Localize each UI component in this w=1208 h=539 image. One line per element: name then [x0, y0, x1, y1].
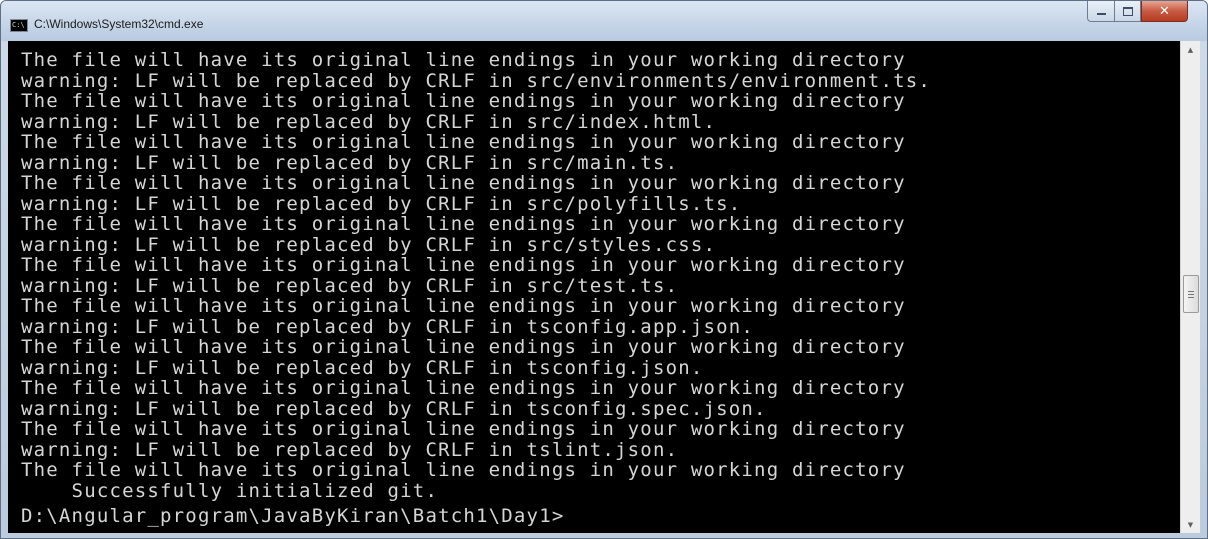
- console-line: The file will have its original line end…: [21, 213, 906, 235]
- console-line: The file will have its original line end…: [21, 49, 906, 71]
- minimize-icon: [1096, 13, 1106, 15]
- console-line: warning: LF will be replaced by CRLF in …: [21, 274, 679, 297]
- scrollbar-thumb[interactable]: [1183, 275, 1199, 313]
- console-line: warning: LF will be replaced by CRLF in …: [21, 315, 755, 338]
- console-line: The file will have its original line end…: [21, 254, 906, 276]
- cmd-icon-text: C:\: [12, 21, 25, 29]
- command-prompt[interactable]: D:\Angular_program\JavaByKiran\Batch1\Da…: [21, 505, 931, 527]
- console-output-area[interactable]: The file will have its original line end…: [8, 41, 1180, 533]
- console-line: The file will have its original line end…: [21, 131, 906, 153]
- cmd-icon[interactable]: C:\: [10, 19, 28, 32]
- console-line: The file will have its original line end…: [21, 295, 906, 317]
- console-line: warning: LF will be replaced by CRLF in …: [21, 192, 742, 215]
- console-line: The file will have its original line end…: [21, 90, 906, 112]
- window-title: C:\Windows\System32\cmd.exe: [34, 17, 204, 31]
- scroll-up-arrow-icon[interactable]: ▲: [1181, 41, 1200, 58]
- close-button[interactable]: ✕: [1141, 1, 1188, 22]
- title-bar[interactable]: C:\ C:\Windows\System32\cmd.exe ✕: [1, 1, 1207, 41]
- console-line: warning: LF will be replaced by CRLF in …: [21, 397, 767, 420]
- console-line: The file will have its original line end…: [21, 336, 906, 358]
- maximize-button[interactable]: [1114, 1, 1141, 22]
- vertical-scrollbar[interactable]: ▲ ▼: [1180, 41, 1200, 533]
- console-text: The file will have its original line end…: [21, 50, 931, 526]
- console-line: warning: LF will be replaced by CRLF in …: [21, 356, 704, 379]
- console-line: The file will have its original line end…: [21, 377, 906, 399]
- maximize-icon: [1122, 6, 1133, 16]
- console-line: Successfully initialized git.: [21, 479, 439, 502]
- close-icon: ✕: [1159, 3, 1170, 19]
- minimize-button[interactable]: [1087, 1, 1114, 22]
- console-line: The file will have its original line end…: [21, 418, 906, 440]
- console-line: warning: LF will be replaced by CRLF in …: [21, 233, 717, 256]
- console-line: warning: LF will be replaced by CRLF in …: [21, 69, 932, 92]
- console-line: warning: LF will be replaced by CRLF in …: [21, 438, 679, 461]
- scroll-down-arrow-icon[interactable]: ▼: [1181, 516, 1200, 533]
- cmd-window: C:\ C:\Windows\System32\cmd.exe ✕ The fi…: [0, 0, 1208, 539]
- console-line: warning: LF will be replaced by CRLF in …: [21, 110, 717, 133]
- grip-icon: [1188, 290, 1194, 298]
- console-line: The file will have its original line end…: [21, 459, 906, 481]
- caption-buttons: ✕: [1087, 1, 1188, 23]
- console-line: The file will have its original line end…: [21, 172, 906, 194]
- console-line: warning: LF will be replaced by CRLF in …: [21, 151, 679, 174]
